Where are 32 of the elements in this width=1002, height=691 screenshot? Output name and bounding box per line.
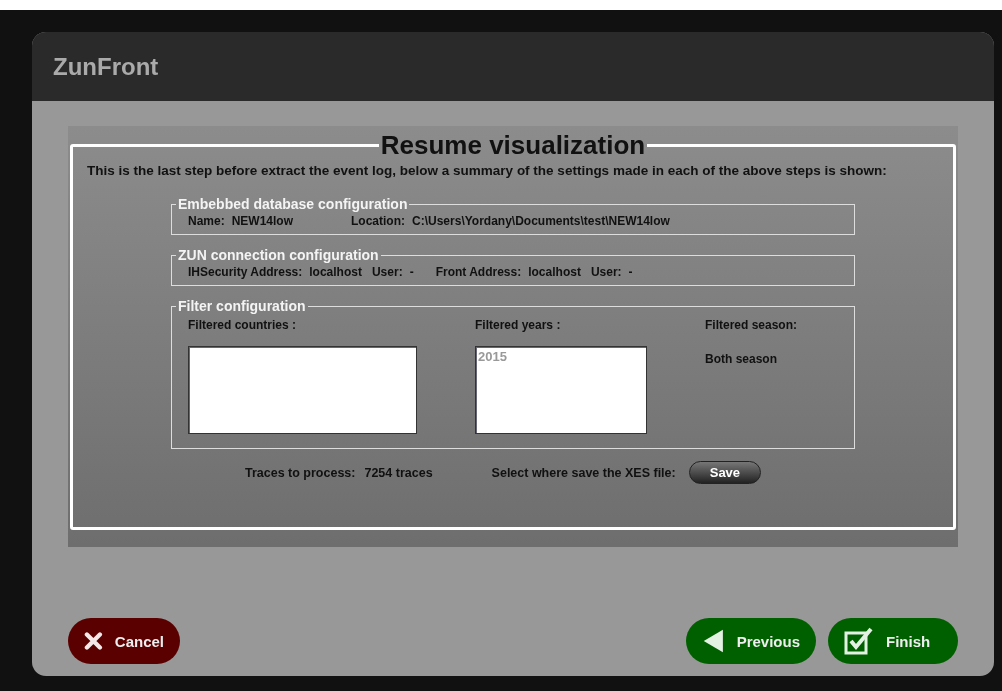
- left-triangle-icon: [702, 627, 725, 655]
- section-title: Embebbed database configuration: [177, 196, 409, 212]
- cancel-button[interactable]: Cancel: [68, 618, 180, 664]
- finish-button[interactable]: Finish: [828, 618, 958, 664]
- field-label: User:: [590, 265, 622, 279]
- save-label: Select where save the XES file:: [491, 465, 676, 480]
- traces-value: 7254 traces: [364, 465, 433, 480]
- field-value: -: [628, 265, 633, 279]
- list-box[interactable]: [188, 346, 417, 434]
- window-title: ZunFront: [53, 52, 159, 81]
- panel-title: Resume visualization: [379, 130, 647, 161]
- field-value: localhost: [528, 265, 581, 279]
- filter-label: Filtered years :: [475, 318, 562, 332]
- field-label: User:: [371, 265, 403, 279]
- field-label: Name:: [188, 214, 225, 228]
- field-value: C:\Users\Yordany\Documents\test\NEW14low: [412, 214, 670, 228]
- traces-label: Traces to process:: [245, 465, 356, 480]
- filter-label: Filtered countries :: [188, 318, 298, 332]
- field-value: localhost: [309, 265, 362, 279]
- field-label: Location:: [351, 214, 406, 228]
- checkbox-icon: [844, 627, 874, 655]
- filter-value: Both season: [705, 352, 778, 366]
- section-title: ZUN connection configuration: [177, 247, 380, 263]
- section-title: Filter configuration: [177, 298, 307, 314]
- previous-button[interactable]: Previous: [686, 618, 816, 664]
- filter-label: Filtered season:: [705, 318, 798, 332]
- field-value: NEW14low: [231, 214, 294, 228]
- intro-text: This is the last step before extract the event log, below a summary of the settings made in each of the above steps is shown:: [87, 163, 888, 178]
- field-label: Front Address:: [435, 265, 522, 279]
- field-value: -: [409, 265, 414, 279]
- field-label: IHSecurity Address:: [188, 265, 303, 279]
- save-button[interactable]: Save: [688, 461, 762, 484]
